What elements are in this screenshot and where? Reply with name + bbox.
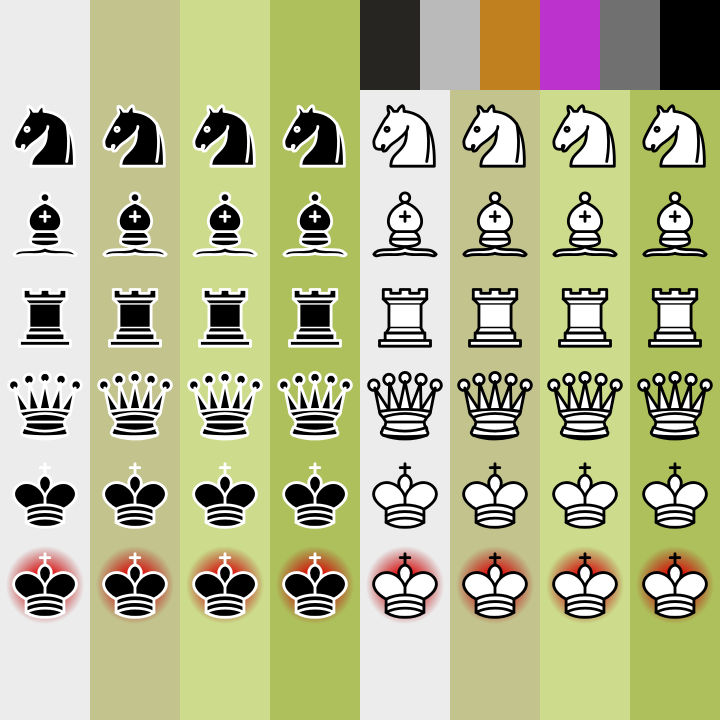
black-king-icon [90, 450, 180, 540]
black-knight-icon [90, 90, 180, 180]
white-queen-icon [630, 360, 720, 450]
piece-sprite-sheet [0, 0, 720, 720]
black-king-icon [180, 450, 270, 540]
white-king-icon [450, 450, 540, 540]
black-queen-icon [180, 360, 270, 450]
white-rook-icon [360, 270, 450, 360]
black-king-in-check-icon [90, 540, 180, 630]
white-king-icon [630, 450, 720, 540]
color-swatch-light-gray [420, 0, 480, 90]
black-king-in-check-icon [180, 540, 270, 630]
white-bishop-icon [450, 180, 540, 270]
black-knight-icon [180, 90, 270, 180]
black-rook-icon [180, 270, 270, 360]
color-swatch-orange [480, 0, 540, 90]
white-bishop-icon [540, 180, 630, 270]
black-bishop-icon [0, 180, 90, 270]
color-swatch-magenta [540, 0, 600, 90]
white-knight-icon [540, 90, 630, 180]
white-bishop-icon [360, 180, 450, 270]
white-queen-icon [360, 360, 450, 450]
white-king-in-check-icon [360, 540, 450, 630]
color-swatch-gray [600, 0, 660, 90]
black-rook-icon [270, 270, 360, 360]
black-king-icon [270, 450, 360, 540]
black-knight-icon [270, 90, 360, 180]
black-bishop-icon [90, 180, 180, 270]
color-swatch-dark-charcoal [360, 0, 420, 90]
white-rook-icon [450, 270, 540, 360]
white-queen-icon [540, 360, 630, 450]
white-knight-icon [360, 90, 450, 180]
white-rook-icon [540, 270, 630, 360]
white-king-in-check-icon [540, 540, 630, 630]
black-bishop-icon [270, 180, 360, 270]
black-king-icon [0, 450, 90, 540]
white-king-icon [360, 450, 450, 540]
white-rook-icon [630, 270, 720, 360]
black-king-in-check-icon [270, 540, 360, 630]
black-queen-icon [0, 360, 90, 450]
white-king-in-check-icon [630, 540, 720, 630]
white-queen-icon [450, 360, 540, 450]
black-rook-icon [90, 270, 180, 360]
black-bishop-icon [180, 180, 270, 270]
white-bishop-icon [630, 180, 720, 270]
black-rook-icon [0, 270, 90, 360]
white-king-in-check-icon [450, 540, 540, 630]
white-knight-icon [450, 90, 540, 180]
color-swatch-black [660, 0, 720, 90]
black-queen-icon [90, 360, 180, 450]
white-knight-icon [630, 90, 720, 180]
black-king-in-check-icon [0, 540, 90, 630]
black-queen-icon [270, 360, 360, 450]
black-knight-icon [0, 90, 90, 180]
white-king-icon [540, 450, 630, 540]
